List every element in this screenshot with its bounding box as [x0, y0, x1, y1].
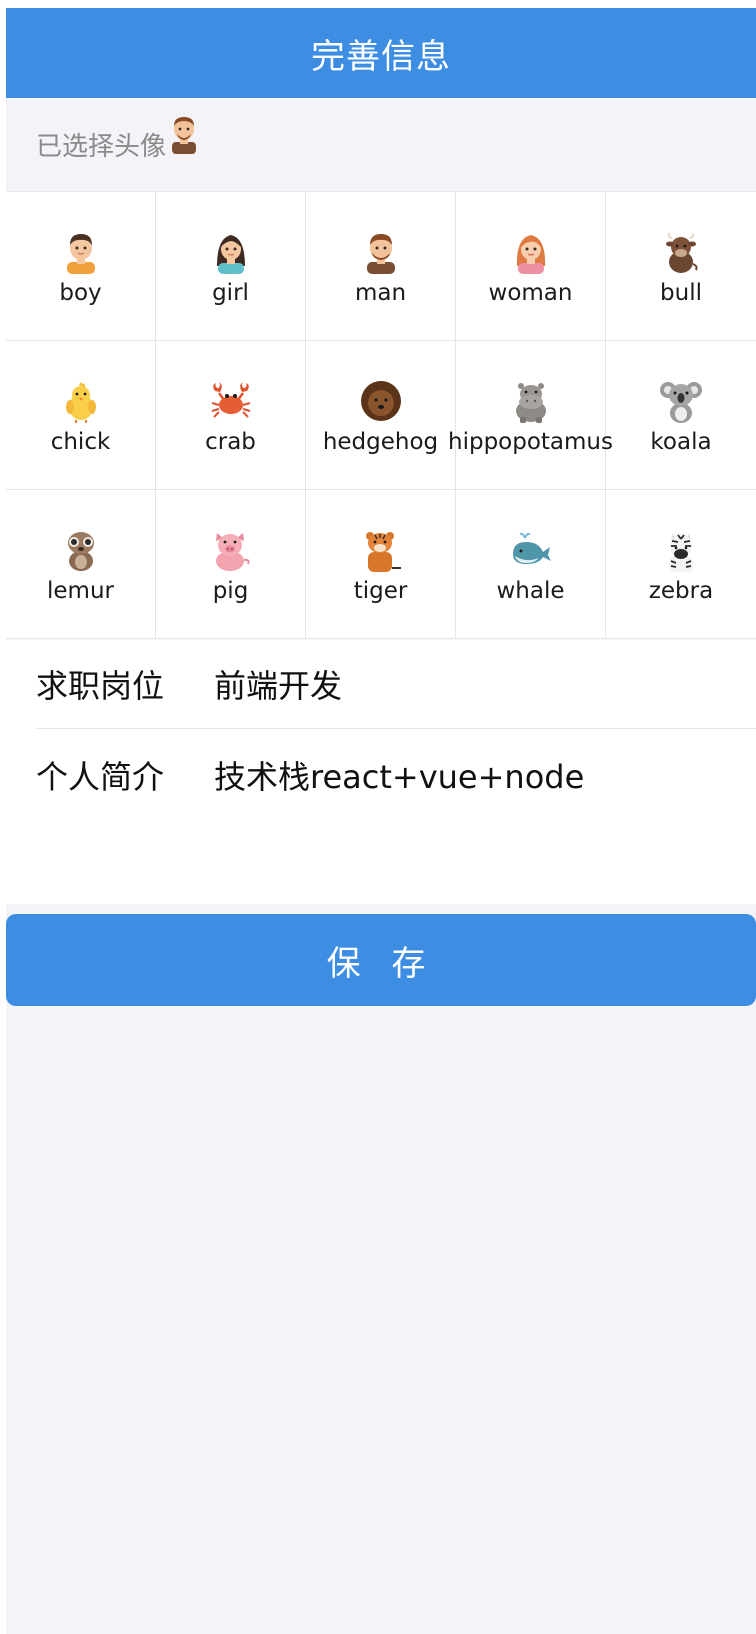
- avatar-option-koala[interactable]: koala: [606, 341, 756, 490]
- selected-avatar-label: 已选择头像: [36, 132, 167, 162]
- avatar-label: man: [354, 280, 407, 306]
- position-row: 求职岗位 前端开发: [36, 640, 756, 729]
- avatar-option-zebra[interactable]: zebra: [606, 490, 756, 639]
- avatar-label: lemur: [47, 578, 114, 604]
- crab-icon: [209, 379, 253, 423]
- avatar-option-hippopotamus[interactable]: hippopotamus: [448, 341, 613, 490]
- woman-icon: [509, 230, 553, 274]
- avatar-option-hedgehog[interactable]: hedgehog: [306, 341, 456, 490]
- avatar-label: woman: [488, 280, 573, 306]
- avatar-option-whale[interactable]: whale: [456, 490, 606, 639]
- whale-icon: [509, 528, 553, 572]
- koala-icon: [659, 379, 703, 423]
- girl-icon: [209, 230, 253, 274]
- position-label: 求职岗位: [36, 667, 165, 705]
- avatar-option-crab[interactable]: crab: [156, 341, 306, 490]
- app-frame: 完善信息 已选择头像 boy girl man woman bull chick…: [6, 8, 756, 1634]
- zebra-icon: [659, 528, 703, 572]
- avatar-label: hedgehog: [322, 429, 439, 455]
- pig-icon: [209, 528, 253, 572]
- avatar-option-tiger[interactable]: tiger: [306, 490, 456, 639]
- avatar-option-boy[interactable]: boy: [6, 192, 156, 341]
- avatar-label: pig: [212, 578, 249, 604]
- avatar-label: chick: [50, 429, 111, 455]
- avatar-option-man[interactable]: man: [306, 192, 456, 341]
- bull-icon: [659, 230, 703, 274]
- page-title: 完善信息: [311, 36, 451, 77]
- avatar-label: hippopotamus: [448, 429, 613, 455]
- selected-avatar-header: 已选择头像: [6, 98, 756, 191]
- save-button[interactable]: 保 存: [6, 914, 756, 1006]
- man-icon: [359, 230, 403, 274]
- avatar-label: girl: [212, 280, 249, 306]
- avatar-option-bull[interactable]: bull: [606, 192, 756, 341]
- tiger-icon: [359, 528, 403, 572]
- hippopotamus-icon: [509, 379, 553, 423]
- save-button-label: 保 存: [326, 943, 436, 984]
- navbar: 完善信息: [6, 8, 756, 98]
- avatar-label: koala: [650, 429, 712, 455]
- position-input[interactable]: 前端开发: [214, 661, 756, 707]
- avatar-label: tiger: [353, 578, 408, 604]
- avatar-grid: boy girl man woman bull chick crab hedge…: [6, 191, 756, 639]
- intro-label: 个人简介: [36, 758, 165, 796]
- avatar-label: whale: [496, 578, 565, 604]
- avatar-label: crab: [205, 429, 256, 455]
- avatar-option-woman[interactable]: woman: [456, 192, 606, 341]
- avatar-label: boy: [59, 280, 102, 306]
- profile-form: 求职岗位 前端开发 个人简介 技术栈react+vue+node: [6, 640, 756, 904]
- hedgehog-icon: [359, 379, 403, 423]
- selected-avatar-man-icon: [168, 114, 200, 161]
- chick-icon: [59, 379, 103, 423]
- intro-row: 个人简介 技术栈react+vue+node: [36, 728, 756, 904]
- boy-icon: [59, 230, 103, 274]
- avatar-option-chick[interactable]: chick: [6, 341, 156, 490]
- lemur-icon: [59, 528, 103, 572]
- avatar-option-pig[interactable]: pig: [156, 490, 306, 639]
- intro-textarea[interactable]: 技术栈react+vue+node: [214, 752, 756, 798]
- avatar-label: bull: [660, 280, 702, 306]
- avatar-option-girl[interactable]: girl: [156, 192, 306, 341]
- avatar-option-lemur[interactable]: lemur: [6, 490, 156, 639]
- avatar-label: zebra: [648, 578, 714, 604]
